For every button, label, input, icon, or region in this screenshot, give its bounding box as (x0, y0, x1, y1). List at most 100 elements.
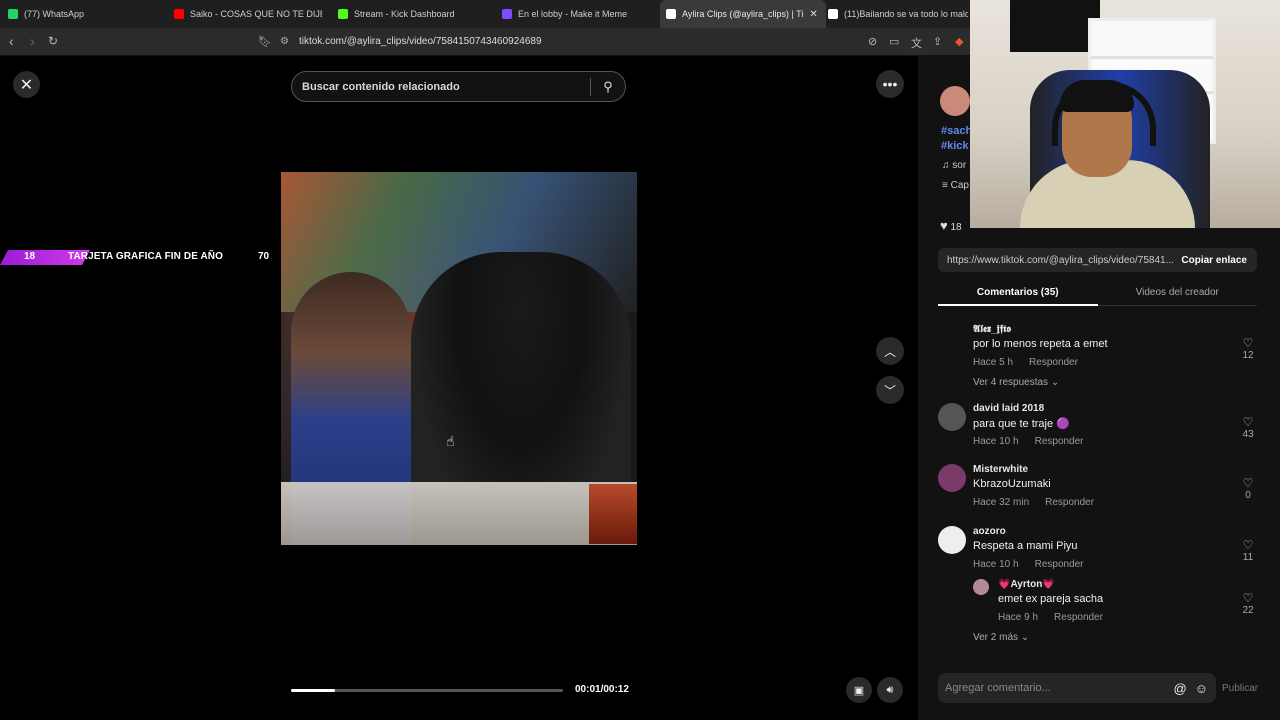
close-tab-icon[interactable]: ✕ (809, 9, 817, 20)
comment-user[interactable]: david laid 2018 (973, 403, 1044, 414)
previous-video-button[interactable]: ︿ (876, 337, 904, 365)
view-replies-label: Ver 4 respuestas (973, 377, 1049, 388)
heart-icon: ♡ (1242, 415, 1254, 429)
webcam-tv (1010, 0, 1100, 52)
floating-player-button[interactable]: ▣ (846, 677, 872, 703)
chevron-down-icon: ⌄ (1050, 377, 1060, 388)
comment-meta: Hace 5 h Responder (973, 357, 1078, 368)
comment-user[interactable]: 𝕬𝖑𝖊𝖝_𝖏𝖋𝖙𝖔 (973, 324, 1011, 335)
video-frame[interactable] (281, 172, 637, 545)
comment-input[interactable]: Agregar comentario... (945, 682, 1174, 694)
video-link: https://www.tiktok.com/@aylira_clips/vid… (947, 254, 1174, 266)
tab-tiktok-active[interactable]: Aylira Clips (@aylira_clips) | Ti ✕ (660, 0, 826, 28)
reply-time: Hace 9 h (998, 612, 1039, 623)
tab-creator-videos[interactable]: Videos del creador (1097, 282, 1257, 306)
progress-fill (291, 689, 335, 692)
reply-item: 💗Ayrton💗 emet ex pareja sacha Hace 9 h Re… (973, 579, 1258, 623)
tab-comments[interactable]: Comentarios (35) (938, 282, 1098, 306)
music-row[interactable]: ♫ sor (942, 160, 966, 171)
comment-user[interactable]: aozoro (973, 526, 1006, 537)
comment-user[interactable]: Misterwhite (973, 464, 1028, 475)
bookmark-icon[interactable]: 🔖︎ (258, 35, 272, 48)
reply-button[interactable]: Responder (1045, 497, 1094, 508)
next-video-button[interactable]: ﹀ (876, 376, 904, 404)
volume-button[interactable]: 🔊︎ (877, 677, 903, 703)
hashtag-link[interactable]: #sach (941, 125, 972, 137)
reply-like[interactable]: ♡ 22 (1238, 591, 1258, 616)
back-icon[interactable]: ‹ (9, 33, 14, 49)
volume-icon: 🔊︎ (886, 683, 894, 696)
picture-in-picture-icon[interactable]: ▭ (889, 35, 899, 48)
comment-like[interactable]: ♡ 0 (1238, 476, 1258, 501)
view-more-label: Ver 2 más (973, 632, 1019, 643)
tab-kick[interactable]: Stream - Kick Dashboard (338, 0, 488, 28)
comment-item: david laid 2018 para que te traje 🟣 Hace… (938, 403, 1258, 447)
tab-title: Saiko - COSAS QUE NO TE DIJE (Offi (190, 9, 322, 19)
search-icon[interactable]: ⚲ (591, 79, 625, 95)
reply-user[interactable]: 💗Ayrton💗 (998, 579, 1055, 590)
creator-avatar[interactable] (940, 86, 970, 116)
hashtag-link[interactable]: #kick (941, 140, 969, 152)
tab-make-it-meme[interactable]: En el lobby - Make it Meme (502, 0, 652, 28)
avatar[interactable] (973, 579, 989, 595)
video-inset (589, 484, 637, 544)
heart-icon: ♡ (1242, 336, 1254, 350)
like-count: 18 (950, 222, 962, 233)
share-icon[interactable]: ⇪ (933, 35, 942, 48)
reply-button[interactable]: Responder (1029, 357, 1078, 368)
tracking-icon[interactable]: ⊘ (868, 35, 877, 48)
heart-icon: ♡ (1242, 476, 1254, 490)
like-icon[interactable]: ♥ (940, 218, 948, 233)
mention-icon[interactable]: @ (1174, 681, 1187, 696)
video-table (281, 482, 637, 545)
copy-link-button[interactable]: Copiar enlace (1181, 255, 1247, 266)
action-row: ♥ 18 (940, 218, 962, 233)
banner-right-number: 70 (258, 251, 270, 262)
search-input[interactable]: Buscar contenido relacionado (302, 81, 590, 93)
comment-like[interactable]: ♡ 43 (1238, 415, 1258, 440)
tab-tiktok-2[interactable]: (11)Bailando se va todo lo malo (828, 0, 968, 28)
tab-youtube[interactable]: Saiko - COSAS QUE NO TE DIJE (Offi (174, 0, 322, 28)
tab-title: En el lobby - Make it Meme (518, 9, 628, 19)
caption-row[interactable]: ≡ Cap (942, 180, 969, 191)
tab-title: (11)Bailando se va todo lo malo (844, 9, 968, 19)
view-replies-button[interactable]: Ver 4 respuestas ⌄ (973, 377, 1059, 388)
comment-input-field[interactable]: Agregar comentario... @ ☺ (938, 673, 1216, 703)
tab-whatsapp[interactable]: (77) WhatsApp (8, 0, 166, 28)
related-search-bar[interactable]: Buscar contenido relacionado ⚲ (291, 71, 626, 102)
forward-icon[interactable]: › (30, 33, 35, 49)
comment-time: Hace 10 h (973, 559, 1019, 570)
banner-label: TARJETA GRAFICA FIN DE AÑO (68, 251, 224, 262)
url-text: tiktok.com/@aylira_clips/video/758415074… (298, 36, 542, 47)
tab-title: Stream - Kick Dashboard (354, 9, 455, 19)
close-video-button[interactable]: ✕ (13, 71, 40, 98)
avatar[interactable] (938, 324, 966, 352)
comment-like[interactable]: ♡ 11 (1238, 538, 1258, 563)
emoji-icon[interactable]: ☺ (1195, 681, 1208, 696)
avatar[interactable] (938, 526, 966, 554)
tiktok-icon (828, 9, 838, 19)
comment-like-count: 12 (1242, 350, 1254, 361)
caption-label: Cap (950, 180, 969, 191)
avatar[interactable] (938, 403, 966, 431)
kick-icon (338, 9, 348, 19)
view-more-button[interactable]: Ver 2 más ⌄ (973, 632, 1029, 643)
address-bar[interactable]: ⚙︎ tiktok.com/@aylira_clips/video/758415… (280, 32, 970, 51)
comment-text: por lo menos repeta a emet (973, 338, 1108, 350)
more-options-button[interactable]: ••• (876, 70, 904, 98)
avatar[interactable] (938, 464, 966, 492)
comment-like[interactable]: ♡ 12 (1238, 336, 1258, 361)
reply-button[interactable]: Responder (1054, 612, 1103, 623)
reply-meta: Hace 9 h Responder (998, 612, 1103, 623)
reply-text: emet ex pareja sacha (998, 593, 1104, 605)
brave-icon[interactable]: ◆ (955, 35, 963, 48)
video-progress-bar[interactable] (291, 689, 563, 692)
publish-button[interactable]: Publicar (1222, 683, 1258, 694)
comment-time: Hace 32 min (973, 497, 1030, 508)
site-info-icon[interactable]: ⚙︎ (280, 36, 289, 47)
comment-time: Hace 5 h (973, 357, 1014, 368)
reply-button[interactable]: Responder (1035, 559, 1084, 570)
translate-icon[interactable]: 文 (911, 35, 922, 51)
reply-button[interactable]: Responder (1035, 436, 1084, 447)
reload-icon[interactable]: ↻ (48, 34, 58, 48)
